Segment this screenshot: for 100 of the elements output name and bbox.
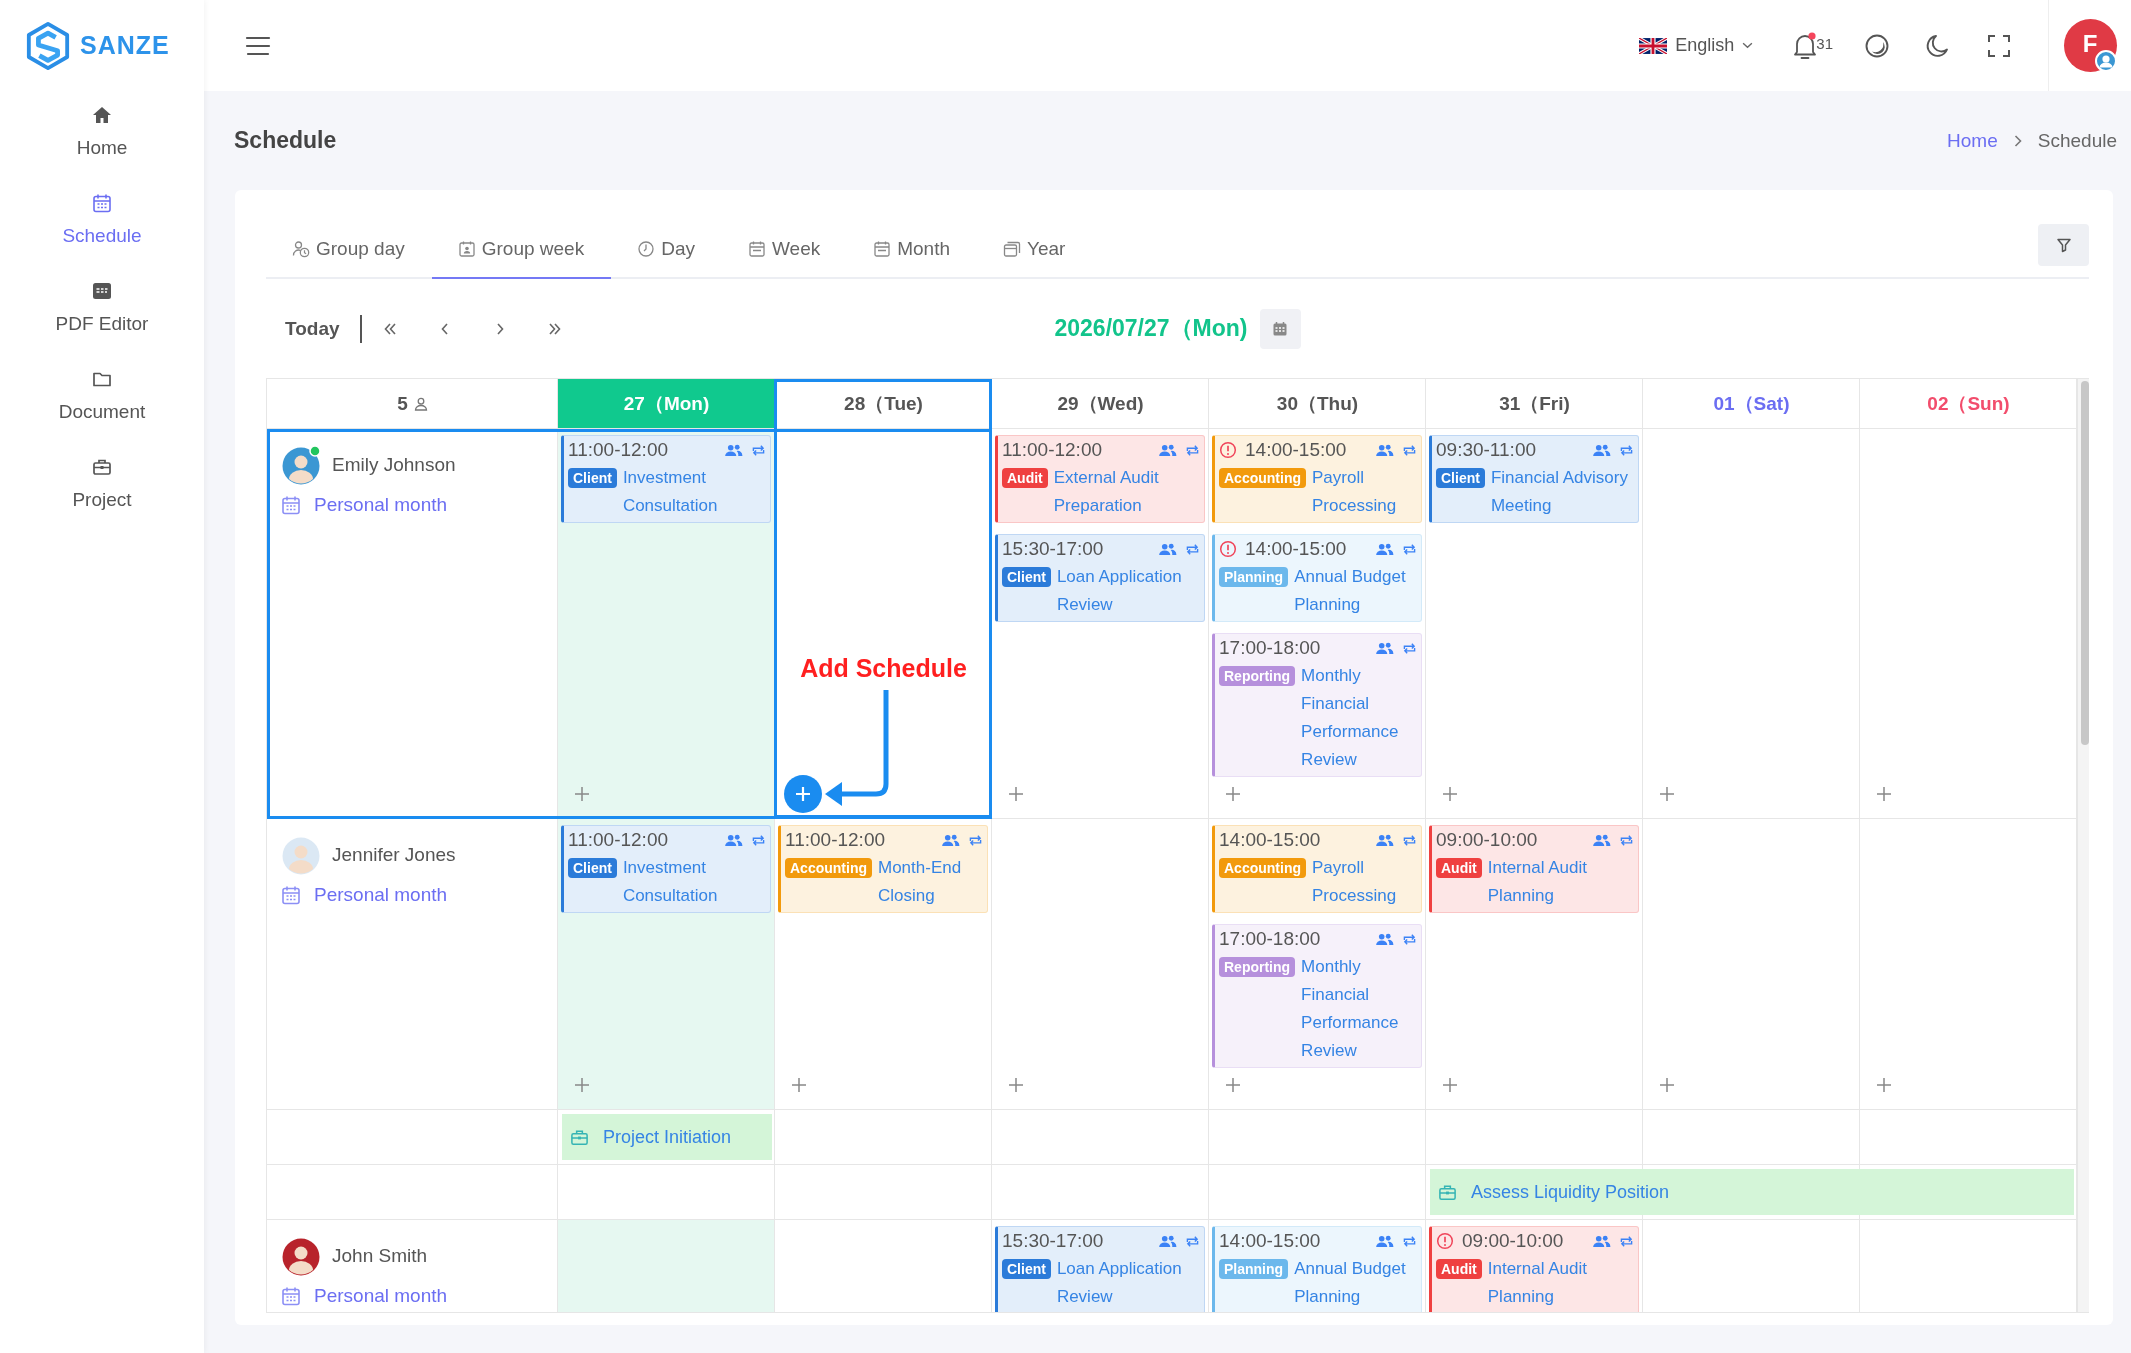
- plus-icon: [1007, 785, 1025, 803]
- flag-icon: [1639, 37, 1668, 54]
- people-icon: [724, 443, 743, 457]
- view-tab[interactable]: Day: [611, 220, 722, 279]
- event-title: Financial Advisory Meeting: [1490, 467, 1629, 517]
- category-tag: Client: [568, 858, 617, 878]
- filter-icon: [2055, 236, 2072, 253]
- plus-icon: [1658, 1076, 1676, 1094]
- event-time: 15:30-17:00: [1002, 1230, 1104, 1252]
- menu-icon[interactable]: [245, 35, 271, 56]
- day-label: 29（Wed): [1057, 391, 1144, 416]
- event-card[interactable]: 17:00-18:00 Reporting Monthly Financial Performance Review: [1212, 924, 1422, 1068]
- event-title: Monthly Financial Performance Review: [1301, 956, 1400, 1062]
- event-title: Loan Application Review: [1056, 1258, 1183, 1308]
- view-tab[interactable]: Month: [847, 220, 978, 279]
- event-card[interactable]: 14:00-15:00 Accounting Payroll Processing: [1212, 825, 1422, 913]
- view-tab[interactable]: Week: [722, 220, 848, 279]
- people-icon: [1375, 833, 1394, 847]
- nav-item[interactable]: Home: [0, 105, 204, 193]
- event-title: Investment Consultation: [622, 467, 719, 517]
- nav-item[interactable]: Schedule: [0, 193, 204, 281]
- user-clock-icon: [292, 239, 310, 258]
- alert-icon: [1219, 540, 1237, 558]
- event-card[interactable]: 09:30-11:00 Client Financial Advisory Meeting: [1429, 435, 1639, 523]
- nav-item[interactable]: PDF Editor: [0, 281, 204, 369]
- alert-icon: [1436, 1232, 1454, 1250]
- repeat-icon: [1402, 542, 1417, 556]
- category-tag: Audit: [1436, 1259, 1482, 1279]
- event-card[interactable]: 11:00-12:00 Client Investment Consultation: [561, 435, 771, 523]
- view-tab[interactable]: Group day: [266, 220, 432, 279]
- file-tile-icon: [92, 281, 112, 301]
- event-time: 09:30-11:00: [1436, 439, 1536, 461]
- event-card[interactable]: 14:00-15:00 Planning Annual Budget Planning: [1212, 1226, 1422, 1312]
- event-title: Annual Budget Planning: [1294, 1258, 1407, 1308]
- plus-icon: [1658, 785, 1676, 803]
- event-title: Monthly Financial Performance Review: [1301, 665, 1400, 771]
- people-icon: [1592, 833, 1611, 847]
- nav-item[interactable]: Project: [0, 457, 204, 545]
- alert-icon: [1219, 441, 1237, 459]
- plus-icon: [573, 1076, 591, 1094]
- calendar-person-icon: [457, 239, 476, 258]
- event-title: Payroll Processing: [1312, 467, 1398, 517]
- person-name: Emily Johnson: [332, 454, 456, 476]
- home-icon: [92, 105, 112, 125]
- event-card[interactable]: 15:30-17:00 Client Loan Application Review: [995, 1226, 1205, 1312]
- annotation-label: Add Schedule: [800, 654, 967, 683]
- personal-month-link[interactable]: Personal month: [281, 1281, 448, 1311]
- event-time: 09:00-10:00: [1436, 829, 1538, 851]
- add-schedule-button[interactable]: [784, 775, 822, 813]
- event-card[interactable]: 15:30-17:00 Client Loan Application Review: [995, 534, 1205, 622]
- event-time: 11:00-12:00: [1002, 439, 1102, 461]
- scrollbar[interactable]: [2077, 379, 2089, 1312]
- project-bar[interactable]: Assess Liquidity Position: [1430, 1169, 2074, 1215]
- event-time: 09:00-10:00: [1462, 1230, 1564, 1252]
- event-time: 11:00-12:00: [785, 829, 885, 851]
- day-label: 02（Sun): [1927, 391, 2010, 416]
- view-tab[interactable]: Group week: [431, 220, 612, 279]
- category-tag: Client: [1002, 1259, 1051, 1279]
- event-card[interactable]: 09:00-10:00 Audit Internal Audit Planning: [1429, 825, 1639, 913]
- breadcrumb-current: Schedule: [2037, 129, 2117, 152]
- moon-icon[interactable]: [1925, 32, 1951, 59]
- event-card[interactable]: 17:00-18:00 Reporting Monthly Financial Performance Review: [1212, 633, 1422, 777]
- person-name: John Smith: [332, 1245, 428, 1267]
- breadcrumb-link[interactable]: Home: [1947, 129, 1998, 152]
- event-card[interactable]: 11:00-12:00 Accounting Month-End Closing: [778, 825, 988, 913]
- people-icon: [1375, 443, 1394, 457]
- user-avatar[interactable]: F: [2063, 19, 2117, 72]
- language-selector[interactable]: English: [1639, 35, 1754, 56]
- contrast-icon[interactable]: [1864, 32, 1890, 59]
- people-icon: [1375, 1234, 1394, 1248]
- personal-month-link[interactable]: Personal month: [281, 490, 448, 520]
- filter-button[interactable]: [2038, 223, 2089, 266]
- people-icon: [1375, 641, 1394, 655]
- nav-item[interactable]: Document: [0, 369, 204, 457]
- event-card[interactable]: 14:00-15:00 Accounting Payroll Processing: [1212, 435, 1422, 523]
- fullscreen-icon[interactable]: [1986, 32, 2012, 59]
- chevron-down-icon: [1742, 42, 1754, 49]
- event-card[interactable]: 14:00-15:00 Planning Annual Budget Planning: [1212, 534, 1422, 622]
- repeat-icon: [751, 833, 766, 847]
- event-card[interactable]: 11:00-12:00 Audit External Audit Preparation: [995, 435, 1205, 523]
- category-tag: Client: [568, 468, 617, 488]
- date-picker-button[interactable]: [1259, 308, 1301, 349]
- day-label: 27（Mon): [623, 391, 710, 416]
- personal-month-link[interactable]: Personal month: [281, 880, 448, 910]
- today-button[interactable]: Today: [285, 317, 340, 340]
- category-tag: Reporting: [1219, 666, 1296, 686]
- event-card[interactable]: 09:00-10:00 Audit Internal Audit Planning: [1429, 1226, 1639, 1312]
- repeat-icon: [1402, 443, 1417, 457]
- repeat-icon: [1185, 1234, 1200, 1248]
- project-bar[interactable]: Project Initiation: [562, 1114, 772, 1160]
- people-icon: [1592, 1234, 1611, 1248]
- event-time: 14:00-15:00: [1219, 829, 1321, 851]
- repeat-icon: [1185, 542, 1200, 556]
- repeat-icon: [1619, 1234, 1634, 1248]
- people-icon: [1375, 932, 1394, 946]
- event-card[interactable]: 11:00-12:00 Client Investment Consultation: [561, 825, 771, 913]
- view-tab[interactable]: Year: [977, 220, 1093, 279]
- people-icon: [724, 833, 743, 847]
- people-icon: [1158, 443, 1177, 457]
- event-time: 17:00-18:00: [1219, 928, 1321, 950]
